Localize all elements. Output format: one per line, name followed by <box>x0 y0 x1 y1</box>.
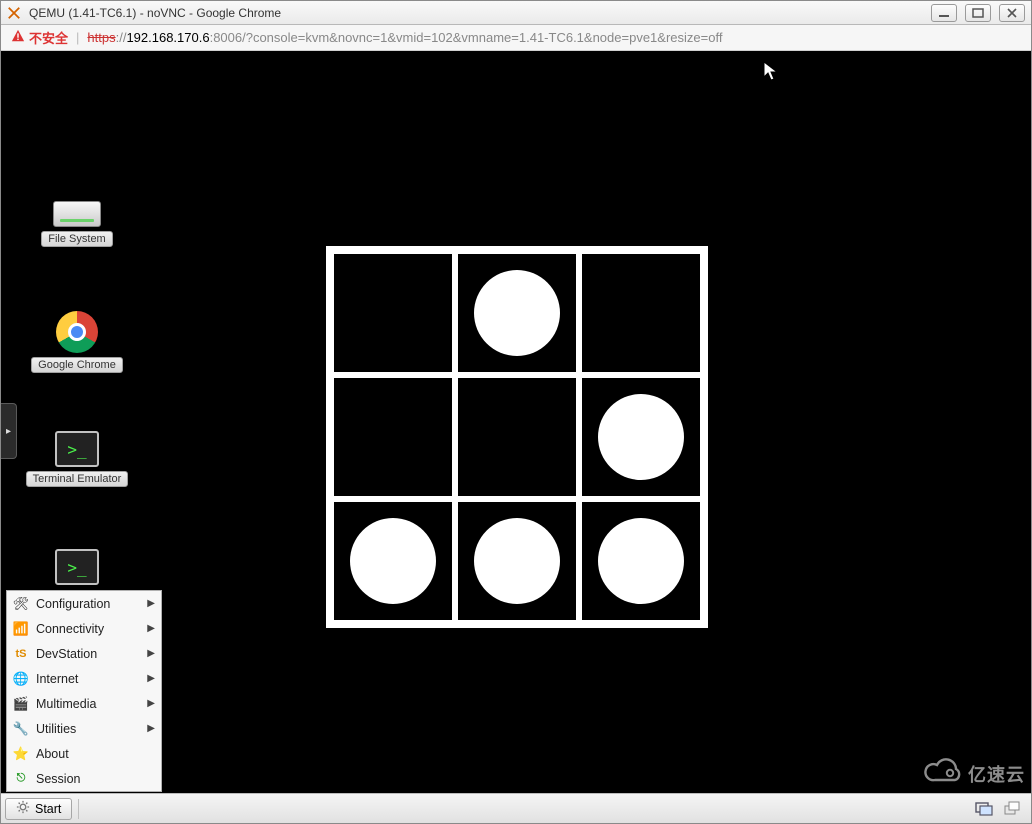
menu-item-label: Utilities <box>36 722 140 736</box>
taskbar: Start <box>1 793 1031 823</box>
menu-item-label: DevStation <box>36 647 140 661</box>
spinner-cell <box>334 254 452 372</box>
menu-item-label: Session <box>36 772 155 786</box>
desktop-icon-label: File System <box>41 231 112 247</box>
submenu-arrow-icon: ▶ <box>147 698 155 709</box>
close-button[interactable] <box>999 4 1025 22</box>
start-menu: 🛠 Configuration ▶ 📶 Connectivity ▶ tS DevStatio… <box>6 590 162 792</box>
spinner-cell <box>458 502 576 620</box>
novnc-panel-tab[interactable]: ▸ <box>1 403 17 459</box>
window-title: QEMU (1.41-TC6.1) - noVNC - Google Chrom… <box>29 6 923 20</box>
submenu-arrow-icon: ▶ <box>147 648 155 659</box>
submenu-arrow-icon: ▶ <box>147 598 155 609</box>
spinner-dot <box>598 394 684 480</box>
spinner-dot <box>350 518 436 604</box>
insecure-warning: 不安全 <box>11 28 68 47</box>
cloud-icon <box>924 758 962 789</box>
submenu-arrow-icon: ▶ <box>147 673 155 684</box>
spinner-cell <box>582 378 700 496</box>
menu-item-connectivity[interactable]: 📶 Connectivity ▶ <box>7 616 161 641</box>
loading-spinner-grid <box>326 246 708 628</box>
tray-icon[interactable] <box>1003 800 1021 818</box>
desktop-icon-label: Terminal Emulator <box>26 471 129 487</box>
chevron-right-icon: ▸ <box>6 426 11 437</box>
desktop-icon-terminal-2[interactable]: >_ <box>21 549 133 585</box>
desktop-icon-label: Google Chrome <box>31 357 123 373</box>
display-settings-icon[interactable] <box>975 800 993 818</box>
menu-item-label: Configuration <box>36 597 140 611</box>
spinner-dot <box>598 518 684 604</box>
vnc-desktop[interactable]: ▸ File System Google Chrome >_ Terminal … <box>1 51 1031 823</box>
session-icon: ⎋ <box>13 771 29 787</box>
menu-item-label: Connectivity <box>36 622 140 636</box>
spinner-cell <box>582 502 700 620</box>
warning-icon <box>11 29 25 46</box>
remote-cursor-icon <box>763 61 779 86</box>
connectivity-icon: 📶 <box>13 621 29 637</box>
insecure-label: 不安全 <box>29 28 68 47</box>
menu-item-configuration[interactable]: 🛠 Configuration ▶ <box>7 591 161 616</box>
multimedia-icon: 🎬 <box>13 696 29 712</box>
spinner-cell <box>458 378 576 496</box>
menu-item-label: Multimedia <box>36 697 140 711</box>
desktop-icon-terminal[interactable]: >_ Terminal Emulator <box>21 431 133 487</box>
menu-item-about[interactable]: ⭐ About <box>7 741 161 766</box>
spinner-cell <box>458 254 576 372</box>
desktop-icon-chrome[interactable]: Google Chrome <box>21 311 133 373</box>
start-label: Start <box>35 802 61 816</box>
gear-icon <box>16 800 30 817</box>
spinner-cell <box>334 378 452 496</box>
minimize-button[interactable] <box>931 4 957 22</box>
submenu-arrow-icon: ▶ <box>147 623 155 634</box>
menu-item-multimedia[interactable]: 🎬 Multimedia ▶ <box>7 691 161 716</box>
titlebar: QEMU (1.41-TC6.1) - noVNC - Google Chrom… <box>1 1 1031 25</box>
url-sep: | <box>76 30 79 45</box>
watermark: 亿速云 <box>924 758 1025 789</box>
system-tray <box>975 800 1027 818</box>
drive-icon <box>53 201 101 227</box>
url-bar[interactable]: 不安全 | https://192.168.170.6:8006/?consol… <box>1 25 1031 51</box>
menu-item-label: About <box>36 747 155 761</box>
menu-item-utilities[interactable]: 🔧 Utilities ▶ <box>7 716 161 741</box>
url-text: https://192.168.170.6:8006/?console=kvm&… <box>87 30 722 45</box>
menu-item-session[interactable]: ⎋ Session <box>7 766 161 791</box>
menu-item-internet[interactable]: 🌐 Internet ▶ <box>7 666 161 691</box>
chrome-icon <box>56 311 98 353</box>
start-button[interactable]: Start <box>5 798 72 820</box>
devstation-icon: tS <box>13 646 29 662</box>
menu-item-label: Internet <box>36 672 140 686</box>
spinner-cell <box>582 254 700 372</box>
spinner-cell <box>334 502 452 620</box>
menu-item-devstation[interactable]: tS DevStation ▶ <box>7 641 161 666</box>
utilities-icon: 🔧 <box>13 721 29 737</box>
spinner-dot <box>474 518 560 604</box>
watermark-text: 亿速云 <box>968 761 1025 787</box>
terminal-icon: >_ <box>55 549 99 585</box>
spinner-dot <box>474 270 560 356</box>
submenu-arrow-icon: ▶ <box>147 723 155 734</box>
configuration-icon: 🛠 <box>13 596 29 612</box>
internet-icon: 🌐 <box>13 671 29 687</box>
about-icon: ⭐ <box>13 746 29 762</box>
maximize-button[interactable] <box>965 4 991 22</box>
terminal-icon: >_ <box>55 431 99 467</box>
novnc-icon <box>7 6 21 20</box>
taskbar-separator <box>78 799 79 819</box>
desktop-icon-filesystem[interactable]: File System <box>21 201 133 247</box>
browser-window: QEMU (1.41-TC6.1) - noVNC - Google Chrom… <box>0 0 1032 824</box>
